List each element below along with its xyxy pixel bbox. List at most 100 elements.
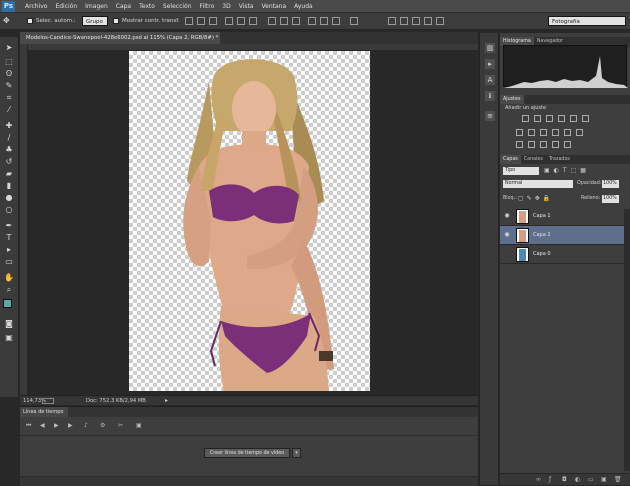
first-frame-icon[interactable]: ⏮ [26,422,31,430]
visibility-eye-icon[interactable]: ◉ [503,212,511,220]
vibrance-icon[interactable] [570,115,577,122]
clone-stamp-tool-icon[interactable]: ♣ [4,145,14,154]
hue-saturation-icon[interactable] [516,129,523,136]
menu-ventana[interactable]: Ventana [257,0,290,13]
layer-mask-icon[interactable]: ◘ [562,476,567,483]
black-white-icon[interactable] [540,129,547,136]
threshold-icon[interactable] [540,141,547,148]
opacity-field[interactable]: 100% [602,180,619,188]
workspace-dropdown[interactable]: Fotografía [548,16,626,26]
lock-icons[interactable]: ▢✎✥🔒 [518,195,553,202]
layer-row-selected[interactable]: ◉ Capa 2 [500,226,624,245]
channel-mixer-icon[interactable] [564,129,571,136]
3d-roll-icon[interactable] [400,17,408,25]
layer-row[interactable]: Capa 0 [500,245,624,264]
status-arrow-icon[interactable]: ▸ [165,397,168,404]
shape-tool-icon[interactable]: ▭ [4,257,14,266]
hand-tool-icon[interactable]: ✋ [4,273,14,282]
3d-scale-icon[interactable] [436,17,444,25]
zoom-box[interactable] [42,398,54,404]
distribute-right-icon[interactable] [332,17,340,25]
curves-icon[interactable] [546,115,553,122]
menu-seleccion[interactable]: Selección [159,0,196,13]
distribute-top-icon[interactable] [268,17,276,25]
distribute-middle-icon[interactable] [280,17,288,25]
audio-icon[interactable]: ♪ [84,422,88,429]
layer-filter-dropdown[interactable]: Tipo [503,167,539,175]
3d-pan-icon[interactable] [412,17,420,25]
align-right-icon[interactable] [249,17,257,25]
character-dock-icon[interactable]: A [485,75,495,85]
gradient-adj-icon[interactable] [582,115,589,122]
tab-paths[interactable]: Trazados [546,155,573,164]
fill-field[interactable]: 100% [602,195,619,203]
foreground-color-swatch[interactable] [3,299,12,308]
tab-layers[interactable]: Capas [500,155,521,164]
eyedropper-tool-icon[interactable]: ⁄ [4,105,14,114]
visibility-eye-icon[interactable]: ◉ [503,231,511,239]
zoom-tool-icon[interactable]: ⌕ [4,285,14,294]
create-video-timeline-button[interactable]: Crear línea de tiempo de vídeo [204,448,290,458]
align-center-icon[interactable] [237,17,245,25]
show-transform-checkbox[interactable] [113,18,119,24]
info-dock-icon[interactable]: ℹ [485,91,495,101]
3d-slide-icon[interactable] [424,17,432,25]
pen-tool-icon[interactable]: ✒ [4,221,14,230]
new-group-icon[interactable]: ▭ [588,476,594,483]
blend-mode-dropdown[interactable]: Normal [503,180,573,188]
cut-icon[interactable]: ✂ [118,422,123,429]
layer-row[interactable]: ◉ Capa 1 [500,207,624,226]
align-left-icon[interactable] [225,17,233,25]
menu-archivo[interactable]: Archivo [21,0,51,13]
tab-channels[interactable]: Canales [521,155,546,164]
auto-align-icon[interactable] [350,17,358,25]
prev-frame-icon[interactable]: ◀ [40,422,45,429]
menu-3d[interactable]: 3D [218,0,234,13]
posterize-icon[interactable] [528,141,535,148]
move-tool-icon[interactable]: ➤ [4,43,14,52]
auto-select-dropdown[interactable]: Grupo [82,16,108,26]
exposure-icon[interactable] [558,115,565,122]
move-tool-icon[interactable]: ✥ [3,16,10,25]
screen-mode-icon[interactable]: ▣ [4,333,14,342]
distribute-bottom-icon[interactable] [292,17,300,25]
timeline-tab[interactable]: Línea de tiempo [20,407,68,417]
quick-mask-icon[interactable]: ◙ [4,319,14,328]
layer-style-icon[interactable]: ƒ [549,476,551,483]
marquee-tool-icon[interactable]: ⬚ [4,57,14,66]
healing-brush-tool-icon[interactable]: ✚ [4,121,14,130]
layer-filter-icons[interactable]: ▣◐T⬚▦ [544,167,590,174]
blur-tool-icon[interactable]: ● [4,193,14,202]
document-tab[interactable]: Modelos-Candice-Swanepoel-428e6002.psd a… [20,32,220,44]
link-layers-icon[interactable]: ∞ [536,476,541,483]
layers-scrollbar[interactable] [624,209,630,471]
3d-rotate-icon[interactable] [388,17,396,25]
eraser-tool-icon[interactable]: ▰ [4,169,14,178]
quick-select-tool-icon[interactable]: ✎ [4,81,14,90]
delete-layer-icon[interactable]: 🗑 [614,476,622,483]
color-lookup-icon[interactable] [576,129,583,136]
tab-adjustments[interactable]: Ajustes [500,95,524,104]
properties-dock-icon[interactable]: ≡ [485,111,495,121]
settings-icon[interactable]: ⚙ [100,422,105,429]
menu-ayuda[interactable]: Ayuda [290,0,317,13]
histogram-dock-icon[interactable]: ▥ [485,43,495,53]
next-frame-icon[interactable]: ▶ [68,422,73,429]
color-balance-icon[interactable] [528,129,535,136]
align-top-icon[interactable] [185,17,193,25]
history-brush-tool-icon[interactable]: ↺ [4,157,14,166]
levels-icon[interactable] [534,115,541,122]
timeline-dropdown-icon[interactable]: ▾ [292,448,301,458]
document-canvas[interactable] [129,51,370,391]
visibility-eye-hidden-icon[interactable] [503,250,511,258]
navigator-dock-icon[interactable]: ▸ [485,59,495,69]
gradient-map-icon[interactable] [552,141,559,148]
menu-capa[interactable]: Capa [112,0,135,13]
new-layer-icon[interactable]: ▣ [601,476,607,483]
menu-imagen[interactable]: Imagen [81,0,112,13]
lasso-tool-icon[interactable]: ʘ [4,69,14,78]
adjustment-layer-icon[interactable]: ◐ [575,476,580,483]
menu-edicion[interactable]: Edición [51,0,81,13]
invert-icon[interactable] [516,141,523,148]
gradient-tool-icon[interactable]: ▮ [4,181,14,190]
